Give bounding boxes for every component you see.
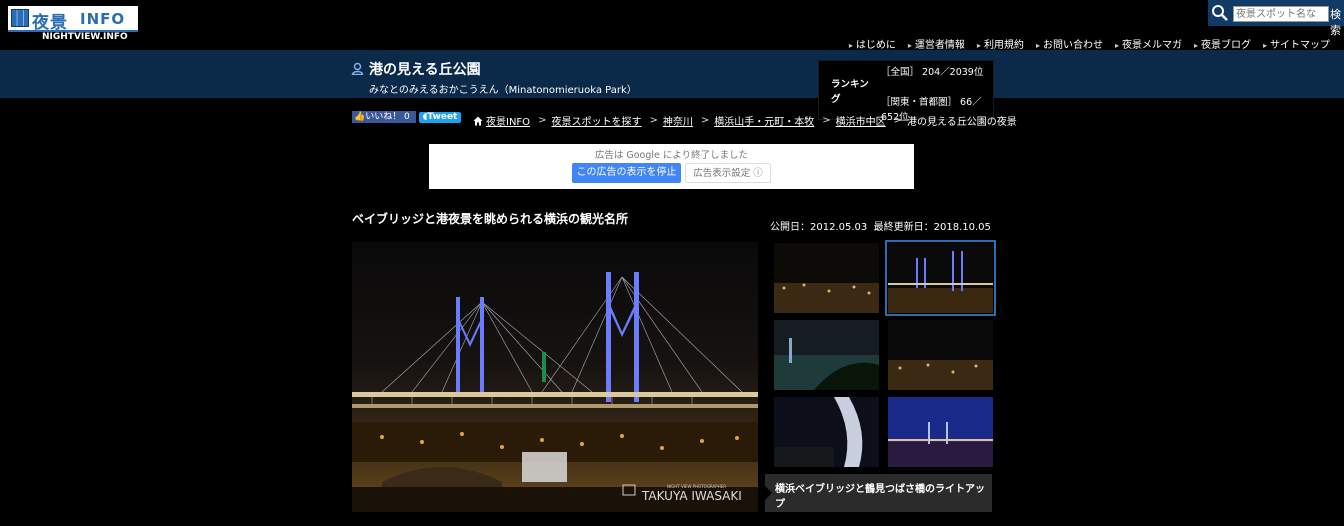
ranking-box: ランキング ［全国］ 204／2039位 ［関東・首都圏］ 66／652位: [818, 60, 994, 123]
nav-sitemap[interactable]: サイトマップ: [1263, 36, 1330, 51]
thumbnail-4[interactable]: [888, 320, 993, 390]
tweet-button[interactable]: ◖Tweet: [419, 112, 461, 123]
search-bar: 検索: [1208, 0, 1344, 37]
thumbnail-3[interactable]: [774, 320, 879, 390]
breadcrumb-home[interactable]: 夜景INFO: [486, 113, 530, 128]
nav-mailmag[interactable]: 夜景メルマガ: [1115, 36, 1182, 51]
title-bar: [0, 50, 1344, 98]
tweet-label: Tweet: [427, 112, 458, 122]
nav-blog[interactable]: 夜景ブログ: [1194, 36, 1251, 51]
nav-contact[interactable]: お問い合わせ: [1036, 36, 1103, 51]
breadcrumb-naka-ward[interactable]: 横浜市中区: [836, 113, 886, 128]
thumbnail-6[interactable]: [888, 397, 993, 467]
caption-text: 横浜ベイブリッジと鶴見つばさ橋のライトアップ: [775, 484, 985, 510]
breadcrumb-separator: >: [649, 115, 658, 126]
updated-date: 最終更新日：2018.10.05: [873, 222, 991, 233]
thumbnail-5[interactable]: [774, 397, 879, 467]
search-button[interactable]: 検索: [1330, 6, 1344, 38]
nav-terms[interactable]: 利用規約: [977, 36, 1024, 51]
logo-en: INFO: [80, 10, 126, 28]
breadcrumb-search-spots[interactable]: 夜景スポットを探す: [551, 113, 641, 128]
watermark-name: TAKUYA IWASAKI: [641, 489, 742, 503]
breadcrumb-current: 港の見える丘公園の夜景: [907, 117, 1017, 128]
ad-ended-text: 広告は Google により終了しました: [594, 150, 749, 161]
breadcrumb-separator: >: [700, 115, 710, 126]
ad-panel: 広告は Google により終了しました この広告の表示を停止 広告表示設定 ⓘ: [429, 144, 914, 189]
photo-caption: 横浜ベイブリッジと鶴見つばさ橋のライトアップ: [765, 474, 992, 512]
thumbnail-2-selected[interactable]: [885, 240, 996, 316]
logo-subtitle: NIGHTVIEW.INFO: [42, 32, 128, 42]
page-reading: みなとのみえるおかこうえん（Minatonomieruoka Park）: [369, 85, 637, 96]
dates: 公開日：2012.05.03 最終更新日：2018.10.05: [770, 218, 991, 233]
breadcrumb-separator: >: [893, 115, 903, 126]
breadcrumb-kanagawa[interactable]: 神奈川: [663, 113, 693, 128]
location-person-icon: [351, 62, 364, 75]
top-nav: はじめに 運営者情報 利用規約 お問い合わせ 夜景メルマガ 夜景ブログ サイトマ…: [800, 36, 1330, 51]
home-icon: [473, 116, 483, 125]
breadcrumb: 夜景INFO > 夜景スポットを探す > 神奈川 > 横浜山手・元町・本牧 > …: [473, 113, 1017, 128]
breadcrumb-separator: >: [822, 115, 831, 126]
caption-pointer-icon: [765, 486, 772, 500]
thumbs-up-icon: 👍: [354, 112, 366, 122]
spot-subtitle: ベイブリッジと港夜景を眺められる横浜の観光名所: [352, 212, 629, 226]
ad-settings-button[interactable]: 広告表示設定 ⓘ: [685, 163, 771, 183]
search-icon: [1212, 5, 1228, 21]
like-label: いいね！: [365, 112, 402, 122]
page-title: 港の見える丘公園: [369, 62, 481, 78]
site-logo[interactable]: 夜景 INFO NIGHTVIEW.INFO: [8, 6, 138, 42]
breadcrumb-yamate[interactable]: 横浜山手・元町・本牧: [714, 113, 814, 128]
published-date: 公開日：2012.05.03: [770, 222, 868, 233]
stop-ad-button[interactable]: この広告の表示を停止: [572, 163, 681, 183]
like-count: 0: [404, 112, 410, 122]
ranking-label: ランキング: [831, 79, 869, 105]
logo-building-icon: [11, 9, 29, 27]
main-photo[interactable]: NIGHT VIEW PHOTOGRAPHER TAKUYA IWASAKI: [352, 242, 758, 512]
thumbnail-1[interactable]: [774, 243, 879, 313]
search-input[interactable]: [1233, 6, 1329, 22]
nav-operator[interactable]: 運営者情報: [908, 36, 965, 51]
nav-intro[interactable]: はじめに: [849, 36, 896, 51]
breadcrumb-separator: >: [538, 115, 547, 126]
logo-plate: 夜景 INFO: [8, 6, 138, 33]
ranking-national: ［全国］ 204／2039位: [881, 67, 984, 78]
logo-kanji: 夜景: [32, 13, 68, 33]
